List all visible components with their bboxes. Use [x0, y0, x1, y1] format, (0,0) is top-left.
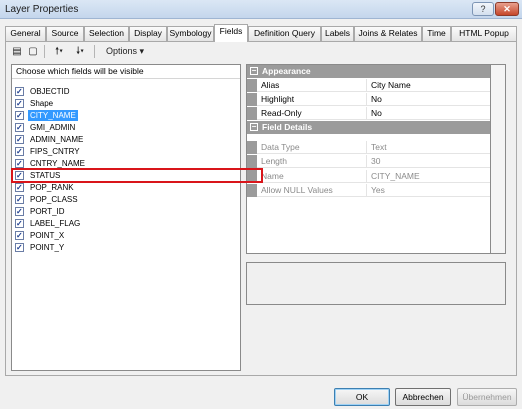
field-checkbox[interactable] [15, 242, 24, 253]
tab-labels[interactable]: Labels [321, 26, 354, 41]
property-value: 30 [371, 156, 381, 166]
collapse-toggle-icon[interactable]: − [250, 123, 258, 131]
field-name: POP_RANK [30, 183, 74, 192]
cancel-button[interactable]: Abbrechen [395, 388, 451, 406]
window-title: Layer Properties [5, 4, 79, 15]
property-row-highlight[interactable]: Highlight No [247, 93, 490, 106]
options-menu-button[interactable]: Options ▾ [99, 44, 151, 59]
field-checkbox[interactable] [15, 182, 24, 193]
field-checkbox[interactable] [15, 122, 24, 133]
field-name: ADMIN_NAME [30, 135, 84, 144]
property-name: Data Type [261, 142, 300, 152]
property-row-alias[interactable]: Alias City Name [247, 79, 490, 92]
field-name: PORT_ID [30, 207, 65, 216]
tab-fields[interactable]: Fields [214, 24, 248, 42]
tab-selection[interactable]: Selection [84, 26, 129, 41]
field-name: OBJECTID [30, 87, 70, 96]
field-name: POINT_X [30, 231, 65, 240]
tab-display[interactable]: Display [129, 26, 167, 41]
move-down-icon[interactable]: 🠗▾ [71, 44, 89, 59]
field-list-header: Choose which fields will be visible [12, 65, 240, 79]
field-name: POP_CLASS [30, 195, 78, 204]
table-view-icon[interactable]: ▤ [11, 44, 23, 59]
property-value: Yes [371, 185, 385, 195]
toolbar-separator [44, 45, 45, 58]
field-name: Shape [30, 99, 54, 108]
property-name: Allow NULL Values [261, 185, 333, 195]
property-row-read-only[interactable]: Read-Only No [247, 107, 490, 120]
property-row-allow-null[interactable]: Allow NULL Values Yes [247, 184, 490, 197]
field-checkbox[interactable] [15, 110, 24, 121]
tab-joins-relates[interactable]: Joins & Relates [354, 26, 422, 41]
help-button[interactable]: ? [472, 2, 494, 16]
category-label: Appearance [262, 66, 311, 76]
property-value: Text [371, 142, 387, 152]
property-value: CITY_NAME [371, 171, 420, 181]
field-name: GMI_ADMIN [30, 123, 76, 132]
property-name: Read-Only [261, 108, 302, 118]
close-button[interactable]: ✕ [495, 2, 519, 16]
field-name: POINT_Y [30, 243, 65, 252]
field-checkbox[interactable] [15, 158, 24, 169]
property-row-data-type[interactable]: Data Type Text [247, 141, 490, 154]
property-value[interactable]: City Name [371, 79, 411, 91]
category-appearance[interactable]: − Appearance [247, 65, 490, 78]
apply-button[interactable]: Übernehmen [457, 388, 517, 406]
list-view-icon[interactable]: ▢ [27, 44, 39, 59]
collapse-toggle-icon[interactable]: − [250, 67, 258, 75]
field-checkbox[interactable] [15, 134, 24, 145]
field-checkbox[interactable] [15, 194, 24, 205]
field-checkbox[interactable] [15, 146, 24, 157]
property-name: Highlight [261, 94, 295, 104]
property-description-box [246, 262, 506, 305]
property-grid: − Appearance Alias City Name Highlight N… [246, 64, 491, 254]
tab-time[interactable]: Time [422, 26, 451, 41]
property-row-length[interactable]: Length 30 [247, 155, 490, 168]
property-row-name[interactable]: Name CITY_NAME [247, 170, 490, 183]
tab-definition-query[interactable]: Definition Query [248, 26, 321, 41]
property-value[interactable]: No [371, 93, 382, 105]
field-name: FIPS_CNTRY [30, 147, 80, 156]
move-up-icon[interactable]: 🠕▾ [50, 44, 68, 59]
name-highlight-box [11, 168, 263, 183]
field-checkbox[interactable] [15, 86, 24, 97]
category-field-details[interactable]: − Field Details [247, 121, 490, 134]
title-bar: Layer Properties ? ✕ [0, 0, 522, 19]
tab-symbology[interactable]: Symbology [167, 26, 214, 41]
field-checkbox[interactable] [15, 230, 24, 241]
field-list: Choose which fields will be visible OBJE… [11, 64, 241, 371]
field-checkbox[interactable] [15, 218, 24, 229]
property-name: Name [261, 171, 284, 181]
property-name: Length [261, 156, 287, 166]
field-checkbox[interactable] [15, 98, 24, 109]
toolbar-separator [94, 45, 95, 58]
field-name: CITY_NAME [28, 110, 78, 121]
tab-general[interactable]: General [5, 26, 46, 41]
ok-button[interactable]: OK [334, 388, 390, 406]
field-name: LABEL_FLAG [30, 219, 81, 228]
field-checkbox[interactable] [15, 206, 24, 217]
property-grid-scrollbar[interactable] [491, 64, 506, 254]
property-name: Alias [261, 80, 280, 90]
tab-html-popup[interactable]: HTML Popup [451, 26, 517, 41]
tab-source[interactable]: Source [46, 26, 84, 41]
category-label: Field Details [262, 122, 313, 132]
property-value[interactable]: No [371, 107, 382, 119]
